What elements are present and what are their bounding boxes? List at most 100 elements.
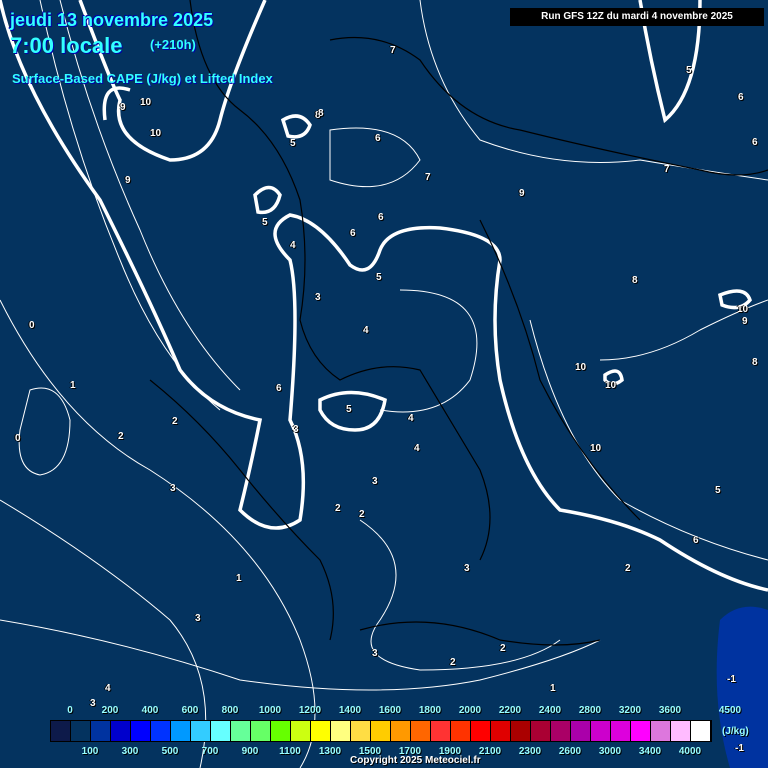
contour-label: 3: [315, 292, 321, 303]
legend-swatch: [91, 721, 111, 741]
contour-label: 4: [290, 240, 296, 251]
legend-top-label: 2200: [498, 705, 522, 716]
contour-label: 6: [276, 383, 282, 394]
contour-label: 2: [335, 503, 341, 514]
legend-swatch: [331, 721, 351, 741]
legend-bottom-label: 2600: [558, 746, 582, 757]
contour-label: 4: [414, 443, 420, 454]
contour-label: -1: [727, 674, 736, 685]
run-info: Run GFS 12Z du mardi 4 novembre 2025: [510, 8, 764, 26]
legend-top-label: 4500: [718, 705, 742, 716]
contour-label: 3: [293, 424, 299, 435]
contour-label: 1: [236, 573, 242, 584]
contour-label: 9: [519, 188, 525, 199]
contour-label: 6: [375, 133, 381, 144]
contour-label: 5: [290, 138, 296, 149]
contour-label: 2: [359, 509, 365, 520]
color-legend: [50, 720, 712, 742]
legend-swatch: [631, 721, 651, 741]
legend-swatch: [431, 721, 451, 741]
contour-label: 5: [262, 217, 268, 228]
contour-label: 8: [318, 108, 324, 119]
contour-label: 10: [605, 380, 617, 391]
contour-label: 10: [150, 128, 162, 139]
copyright: Copyright 2025 Meteociel.fr: [350, 755, 481, 766]
legend-top-label: 2000: [458, 705, 482, 716]
legend-swatch: [551, 721, 571, 741]
contour-label: 1: [550, 683, 556, 694]
contour-label: 5: [715, 485, 721, 496]
zero-lifted-index-contours: [0, 0, 768, 592]
legend-top-label: 2400: [538, 705, 562, 716]
legend-swatch: [271, 721, 291, 741]
legend-unit: (J/kg): [722, 726, 749, 737]
legend-bottom-label: 2100: [478, 746, 502, 757]
legend-bottom-label: 3400: [638, 746, 662, 757]
contour-label: 1: [70, 380, 76, 391]
legend-swatch: [611, 721, 631, 741]
contour-label: 6: [752, 137, 758, 148]
contour-label: 9: [742, 316, 748, 327]
legend-top-label: 1400: [338, 705, 362, 716]
legend-top-label: 1800: [418, 705, 442, 716]
contour-label: 3: [170, 483, 176, 494]
contour-label: 4: [408, 413, 414, 424]
legend-bottom-label: 300: [121, 746, 139, 757]
legend-swatch: [451, 721, 471, 741]
contour-label: 2: [450, 657, 456, 668]
legend-bottom-label: 700: [201, 746, 219, 757]
contour-label: 10: [140, 97, 152, 108]
contour-label: 4: [363, 325, 369, 336]
contour-label: 8: [752, 357, 758, 368]
legend-top-label: 2800: [578, 705, 602, 716]
contour-label: 2: [500, 643, 506, 654]
contour-label: 3: [372, 648, 378, 659]
legend-swatch: [151, 721, 171, 741]
contour-label: -1: [735, 743, 744, 754]
contour-label: 7: [664, 164, 670, 175]
legend-swatch: [571, 721, 591, 741]
legend-swatch: [491, 721, 511, 741]
contour-label: 8: [632, 275, 638, 286]
legend-bottom-label: 3000: [598, 746, 622, 757]
contour-label: 6: [350, 228, 356, 239]
legend-swatch: [111, 721, 131, 741]
legend-top-label: 0: [67, 705, 73, 716]
legend-swatch: [51, 721, 71, 741]
contour-label: 6: [378, 212, 384, 223]
lead-time: (+210h): [150, 37, 196, 52]
legend-top-label: 800: [221, 705, 239, 716]
contour-label: 7: [390, 45, 396, 56]
contour-label: 9: [125, 175, 131, 186]
legend-swatch: [231, 721, 251, 741]
contour-label: 5: [376, 272, 382, 283]
legend-swatch: [391, 721, 411, 741]
contour-label: 3: [464, 563, 470, 574]
product-title: Surface-Based CAPE (J/kg) et Lifted Inde…: [12, 71, 273, 86]
legend-bottom-label: 100: [81, 746, 99, 757]
legend-bottom-label: 500: [161, 746, 179, 757]
legend-bottom-label: 4000: [678, 746, 702, 757]
contour-label: 10: [737, 304, 749, 315]
legend-swatch: [591, 721, 611, 741]
legend-swatch: [351, 721, 371, 741]
contour-label: 0: [15, 433, 21, 444]
legend-swatch: [71, 721, 91, 741]
contour-label: 3: [195, 613, 201, 624]
legend-swatch: [691, 721, 711, 741]
legend-swatch: [291, 721, 311, 741]
legend-bottom-label: 900: [241, 746, 259, 757]
legend-swatch: [191, 721, 211, 741]
contour-label: 10: [575, 362, 587, 373]
weather-map-view: 10 10 9 9 8 7 8 7 5 6 6 5 6 5 4 3 4 6 5 4 4 3 2 2 3 3 2 1 0 0 2 1 3 3 2 2 1 4…: [0, 0, 768, 768]
contour-label: 4: [105, 683, 111, 694]
contour-label: 5: [346, 404, 352, 415]
legend-swatch: [531, 721, 551, 741]
legend-swatch: [671, 721, 691, 741]
contour-label: 3: [372, 476, 378, 487]
legend-top-label: 1000: [258, 705, 282, 716]
contour-label: 2: [625, 563, 631, 574]
legend-swatch: [651, 721, 671, 741]
forecast-date: jeudi 13 novembre 2025: [10, 10, 214, 30]
contour-label: 6: [738, 92, 744, 103]
